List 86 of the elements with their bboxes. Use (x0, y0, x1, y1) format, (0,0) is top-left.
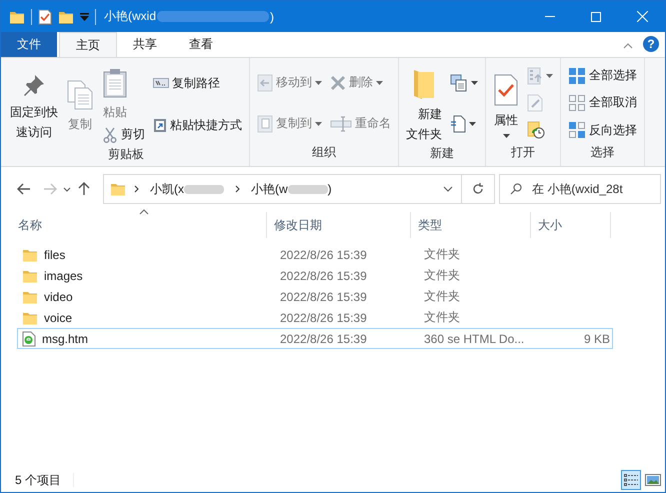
table-cell: 文件夹 (424, 246, 460, 263)
window-title: ) (270, 10, 274, 24)
ribbon-button[interactable]: 新建文件夹 (403, 62, 445, 145)
sort-icon (138, 209, 148, 215)
column-header[interactable]: 类型 (411, 212, 531, 238)
ribbon-button[interactable]: 属性 (490, 68, 522, 138)
history-icon (527, 121, 545, 140)
table-cell: 文件夹 (424, 309, 460, 326)
select-all-icon (568, 66, 586, 85)
copy-icon (66, 80, 94, 110)
file-name[interactable]: msg.htm (42, 332, 88, 346)
clipboard-icon (102, 68, 128, 98)
file-row[interactable]: images 2022/8/26 15:39 文件夹 (17, 265, 613, 286)
file-row[interactable]: msg.htm 2022/8/26 15:39 360 se HTML Do... 9 KB (17, 328, 613, 349)
ribbon-tab[interactable]: 查看 (173, 32, 229, 57)
dropdown-icon[interactable] (443, 186, 453, 192)
scissors-icon (102, 126, 118, 144)
group-label: 组织 (311, 144, 337, 161)
open-icon (527, 66, 543, 85)
close-icon[interactable] (636, 11, 648, 22)
up-icon[interactable] (78, 182, 90, 196)
address-bar[interactable]: 小凯(x 小艳(w ) (103, 174, 495, 204)
ribbon-button[interactable]: 反向选择 (565, 118, 640, 142)
ribbon-tab[interactable]: 主页 (59, 32, 117, 57)
recent-locations-icon[interactable] (63, 186, 71, 192)
folder-icon (412, 68, 436, 100)
chevron-right-icon (235, 185, 240, 193)
file-name[interactable]: video (44, 290, 73, 304)
file-name[interactable]: images (44, 268, 83, 282)
search-field[interactable]: 在 小艳(wxid_28t (499, 174, 661, 204)
properties-icon[interactable] (38, 8, 52, 24)
file-name[interactable]: files (44, 248, 66, 262)
edit-icon (527, 94, 543, 112)
file-row[interactable]: files 2022/8/26 15:39 文件夹 (17, 244, 613, 265)
chevron-right-icon (134, 185, 139, 193)
delete-icon (330, 74, 346, 90)
group-label: 新建 (429, 145, 455, 162)
table-cell: 2022/8/26 15:39 (280, 248, 367, 262)
column-header[interactable]: 大小 (531, 212, 611, 238)
ribbon-button[interactable]: 复制路径 (150, 72, 245, 94)
collapse-ribbon-icon[interactable] (623, 43, 633, 49)
file-name[interactable]: voice (44, 310, 72, 324)
column-header[interactable]: 名称 (11, 212, 267, 238)
document-icon (450, 115, 466, 134)
breadcrumb[interactable]: 小凯(x (147, 180, 227, 198)
ribbon-button[interactable]: 固定到快速访问 (7, 66, 61, 142)
window-title: 小艳(wxid (104, 8, 156, 25)
table-cell: 2022/8/26 15:39 (280, 332, 367, 346)
move-icon (257, 74, 273, 92)
copy-to-icon (257, 114, 273, 132)
table-cell: 文件夹 (424, 288, 460, 305)
ribbon-button[interactable]: 剪切 (99, 123, 148, 146)
table-cell: 2022/8/26 15:39 (280, 310, 367, 324)
refresh-icon[interactable] (472, 183, 484, 195)
table-cell: 2022/8/26 15:39 (280, 290, 367, 304)
maximize-icon[interactable] (591, 12, 601, 22)
file-row[interactable]: voice 2022/8/26 15:39 文件夹 (17, 307, 613, 328)
group-label: 选择 (590, 144, 616, 161)
breadcrumb[interactable]: 小艳(w ) (248, 180, 335, 198)
ribbon-tab[interactable]: 共享 (117, 32, 173, 57)
column-header[interactable]: 修改日期 (267, 212, 411, 238)
html-file-icon (22, 330, 36, 346)
ribbon-button[interactable]: 粘贴快捷方式 (150, 114, 245, 136)
table-cell: 文件夹 (424, 267, 460, 284)
ribbon-tab[interactable]: 文件 (1, 32, 57, 57)
select-none-icon (568, 94, 586, 112)
new-item-icon (450, 74, 468, 92)
ribbon-button[interactable]: 全部选择 (565, 64, 640, 88)
table-cell: 9 KB (584, 332, 610, 346)
table-cell: 2022/8/26 15:39 (280, 268, 367, 282)
group-label: 打开 (510, 144, 536, 161)
shortcut-icon (153, 117, 167, 133)
details-view-button[interactable] (621, 470, 641, 490)
table-cell: 360 se HTML Do... (424, 332, 524, 346)
customize-menu-icon[interactable] (80, 12, 89, 20)
search-icon (510, 183, 522, 195)
file-row[interactable]: video 2022/8/26 15:39 文件夹 (17, 286, 613, 307)
back-icon[interactable] (17, 183, 31, 195)
path-icon (153, 77, 169, 89)
properties-icon (493, 74, 519, 106)
ribbon-button[interactable]: 全部取消 (565, 91, 640, 114)
invert-selection-icon (568, 121, 586, 140)
help-button[interactable]: ? (643, 36, 659, 52)
group-label: 剪贴板 (107, 146, 145, 163)
rename-icon (330, 116, 352, 132)
item-count: 5 个项目 (15, 472, 62, 488)
